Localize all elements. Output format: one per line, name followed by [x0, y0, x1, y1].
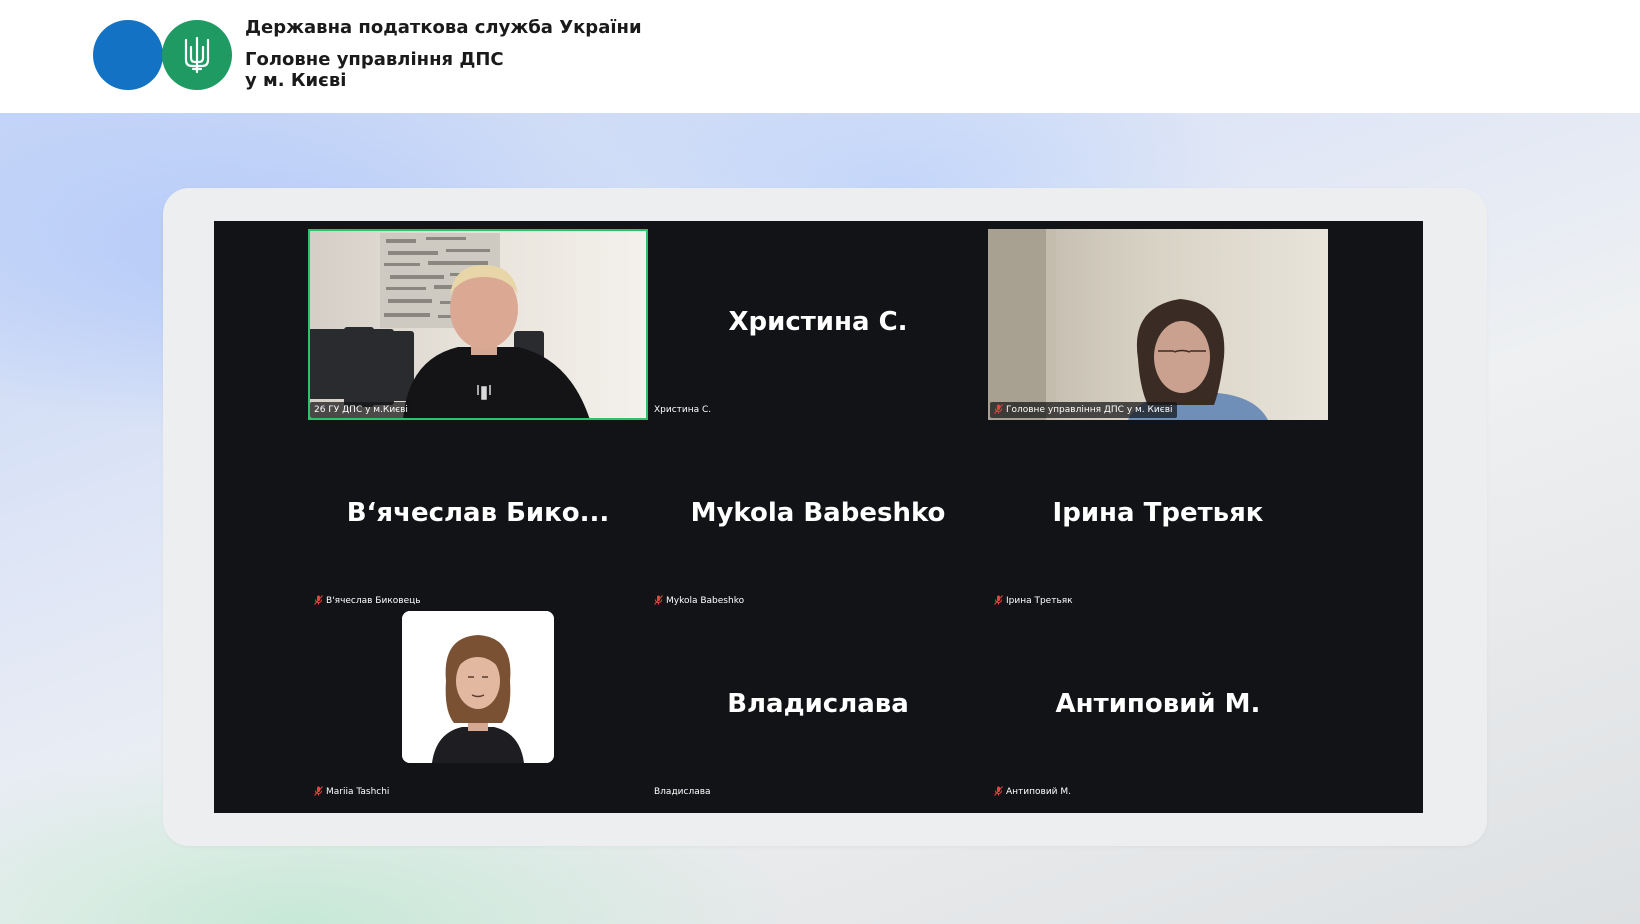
participant-tile[interactable]: Владислава Владислава — [648, 611, 988, 802]
participant-video — [988, 229, 1328, 420]
meeting-gallery: 26 ГУ ДПС у м.Києві Христина С. Христина… — [214, 221, 1423, 813]
participant-tile[interactable]: Головне управління ДПС у м. Києві — [988, 229, 1328, 420]
participant-tag-label: Антиповий М. — [1006, 787, 1072, 797]
participant-display-name: Ірина Третьяк — [1052, 498, 1264, 528]
participant-name-tag: В'ячеслав Биковець — [310, 593, 425, 609]
participant-name-tag: Головне управління ДПС у м. Києві — [990, 402, 1177, 418]
participant-tag-label: Mykola Babeshko — [666, 596, 745, 606]
participant-name-tag: 26 ГУ ДПС у м.Києві — [310, 402, 412, 418]
header-bar: Державна податкова служба України Головн… — [0, 0, 1640, 113]
mic-muted-icon — [994, 404, 1003, 414]
logo-blue-circle — [93, 20, 163, 90]
org-unit-line1: Головне управління ДПС — [245, 49, 504, 70]
participant-name-tag: Ірина Третьяк — [990, 593, 1077, 609]
org-unit: Головне управління ДПС у м. Києві — [245, 49, 504, 91]
participant-display-name: Христина С. — [728, 307, 908, 337]
participant-display-name: Антиповий М. — [1055, 689, 1261, 719]
participant-tile[interactable]: 26 ГУ ДПС у м.Києві — [308, 229, 648, 420]
participant-tag-label: Христина С. — [654, 405, 712, 415]
mic-muted-icon — [654, 595, 663, 605]
participant-tile[interactable]: Mariia Tashchi — [308, 611, 648, 802]
trident-icon — [184, 36, 210, 74]
mic-muted-icon — [994, 595, 1003, 605]
participant-display-name: Mykola Babeshko — [690, 498, 946, 528]
participant-display-name: В‘ячеслав Бико... — [346, 498, 610, 528]
mic-muted-icon — [314, 786, 323, 796]
participant-name-tag: Антиповий М. — [990, 784, 1076, 800]
logo-green-circle — [162, 20, 232, 90]
participant-tag-label: 26 ГУ ДПС у м.Києві — [314, 405, 408, 415]
participant-tile[interactable]: Ірина Третьяк Ірина Третьяк — [988, 420, 1328, 611]
mic-muted-icon — [314, 595, 323, 605]
participant-tile[interactable]: Mykola Babeshko Mykola Babeshko — [648, 420, 988, 611]
participant-tile[interactable]: В‘ячеслав Бико... В'ячеслав Биковець — [308, 420, 648, 611]
participant-tag-label: Владислава — [654, 787, 711, 797]
participant-avatar-photo — [402, 611, 554, 763]
participant-tag-label: Mariia Tashchi — [326, 787, 390, 797]
participant-name-tag: Mykola Babeshko — [650, 593, 749, 609]
participant-tag-label: Головне управління ДПС у м. Києві — [1006, 405, 1173, 415]
mic-muted-icon — [994, 786, 1003, 796]
participant-name-tag: Mariia Tashchi — [310, 784, 394, 800]
org-name: Державна податкова служба України — [245, 17, 642, 38]
participant-tile[interactable]: Антиповий М. Антиповий М. — [988, 611, 1328, 802]
org-unit-line2: у м. Києві — [245, 70, 347, 91]
active-speaker-border — [308, 229, 648, 420]
participant-tag-label: В'ячеслав Биковець — [326, 596, 421, 606]
participant-name-tag: Владислава — [650, 784, 715, 800]
participant-name-tag: Христина С. — [650, 402, 716, 418]
participant-tile[interactable]: Христина С. Христина С. — [648, 229, 988, 420]
participant-display-name: Владислава — [727, 689, 909, 719]
participant-tag-label: Ірина Третьяк — [1006, 596, 1073, 606]
